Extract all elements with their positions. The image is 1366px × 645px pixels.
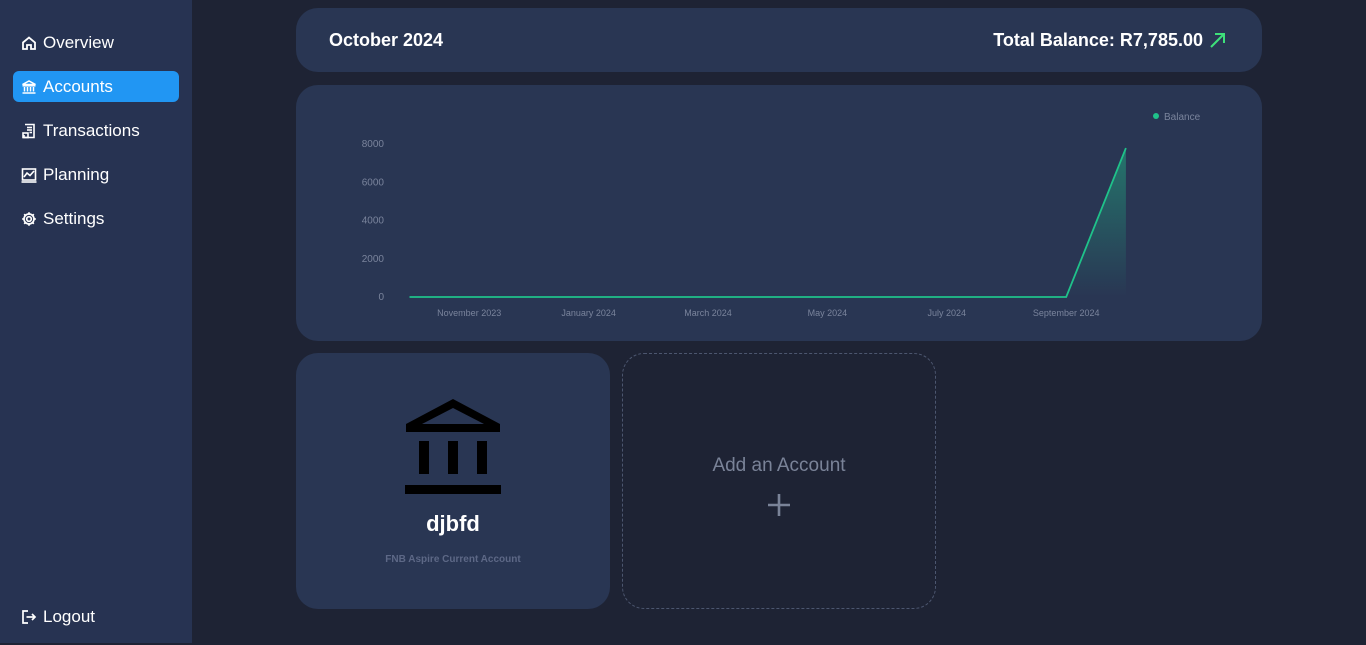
bank-icon: [22, 79, 36, 94]
summary-header: October 2024 Total Balance: R7,785.00: [296, 8, 1262, 72]
sidebar-item-transactions[interactable]: Transactions: [13, 115, 179, 146]
add-account-label: Add an Account: [712, 455, 846, 476]
sidebar-item-label: Settings: [43, 208, 105, 228]
sidebar-item-label: Overview: [43, 32, 114, 52]
arrow-up-right-icon: [1210, 33, 1225, 48]
legend-label[interactable]: Balance: [1164, 112, 1201, 123]
receipt-icon: [22, 123, 35, 138]
plus-icon: [768, 494, 790, 516]
logout-section: Logout: [13, 601, 179, 645]
x-tick-label: July 2024: [928, 308, 967, 318]
home-icon: [22, 35, 36, 50]
x-tick-label: March 2024: [684, 308, 732, 318]
sidebar-item-overview[interactable]: Overview: [13, 27, 179, 58]
sidebar-item-label: Accounts: [43, 76, 113, 96]
sidebar-item-settings[interactable]: Settings: [13, 203, 179, 234]
sidebar-item-label: Transactions: [43, 120, 140, 140]
logout-button[interactable]: Logout: [13, 601, 179, 632]
balance-chart: 0 2000 4000 6000 8000 November 2023 January 20…: [362, 112, 1201, 318]
x-tick-label: May 2024: [808, 308, 848, 318]
x-tick-label: November 2023: [437, 308, 501, 318]
legend-marker: [1153, 113, 1159, 119]
y-tick-label: 8000: [362, 139, 385, 150]
account-card[interactable]: djbfd FNB Aspire Current Account: [296, 353, 610, 609]
sidebar-item-accounts[interactable]: Accounts: [13, 71, 179, 102]
page-title: October 2024: [329, 29, 444, 50]
sidebar-item-planning[interactable]: Planning: [13, 159, 179, 190]
series-area: [409, 148, 1126, 297]
balance-chart-card: 0 2000 4000 6000 8000 November 2023 January 20…: [296, 85, 1262, 341]
y-tick-label: 0: [378, 292, 384, 303]
account-name: djbfd: [426, 511, 480, 536]
sidebar-nav: Overview Accounts Transactions Planning …: [13, 27, 179, 247]
sidebar-item-label: Planning: [43, 164, 110, 184]
add-account-button[interactable]: Add an Account: [622, 353, 936, 609]
total-balance-value: R7,785.00: [1119, 29, 1203, 50]
y-tick-label: 6000: [362, 177, 385, 188]
y-tick-label: 2000: [362, 254, 385, 265]
total-balance: Total Balance: R7,785.00: [993, 30, 1228, 51]
total-balance-label: Total Balance:: [993, 29, 1115, 50]
x-tick-label: September 2024: [1033, 308, 1100, 318]
series-line: [409, 147, 1127, 298]
sidebar: Overview Accounts Transactions Planning …: [0, 0, 192, 643]
chart-icon: [21, 167, 37, 183]
gear-icon: [22, 211, 36, 226]
y-tick-label: 4000: [362, 216, 385, 227]
x-tick-label: January 2024: [561, 308, 616, 318]
account-type: FNB Aspire Current Account: [385, 554, 521, 565]
bank-icon: [405, 399, 501, 494]
logout-label: Logout: [43, 606, 95, 626]
logout-icon: [22, 609, 37, 624]
